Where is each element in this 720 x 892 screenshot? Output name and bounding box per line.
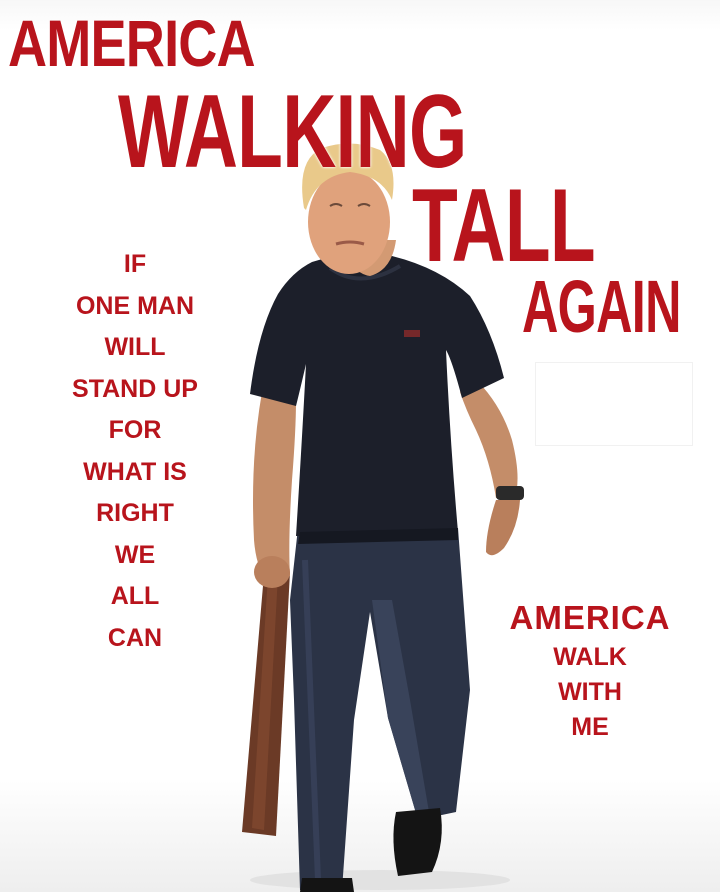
right-slogan-line: WITH [558, 678, 622, 706]
right-hand [486, 500, 520, 556]
left-slogan-line: CAN [107, 623, 163, 652]
headline-line-1: AMERICA [8, 6, 256, 80]
left-slogan-line: RIGHT [96, 499, 174, 527]
shirt-logo [404, 330, 420, 337]
right-slogan: AMERICA WALK WITH ME [480, 596, 700, 745]
left-slogan-line: IF [123, 250, 147, 278]
left-slogan-line: STAND UP [72, 374, 198, 403]
left-slogan-line: ALL [110, 582, 160, 610]
ground-shadow [250, 870, 510, 890]
left-slogan: IF ONE MAN WILL STAND UP FOR WHAT IS RIG… [40, 244, 230, 659]
left-hand [254, 556, 290, 588]
left-slogan-line: WILL [104, 333, 166, 361]
left-arm [253, 392, 296, 580]
right-slogan-line: AMERICA [509, 599, 671, 636]
left-slogan-line: FOR [108, 416, 162, 444]
poster: AMERICA WALKING TALL AGAIN IF ONE MAN WI… [0, 0, 720, 892]
left-slogan-line: ONE MAN [75, 291, 195, 320]
headline-line-3: TALL [412, 168, 596, 284]
right-slogan-line: ME [571, 713, 609, 741]
right-shoe [393, 808, 442, 876]
wristwatch [496, 486, 524, 500]
headline-line-4: AGAIN [522, 265, 681, 348]
left-shoe [300, 878, 354, 892]
left-slogan-line: WHAT IS [83, 457, 187, 486]
right-slogan-line: WALK [553, 643, 627, 671]
left-slogan-line: WE [114, 540, 156, 569]
